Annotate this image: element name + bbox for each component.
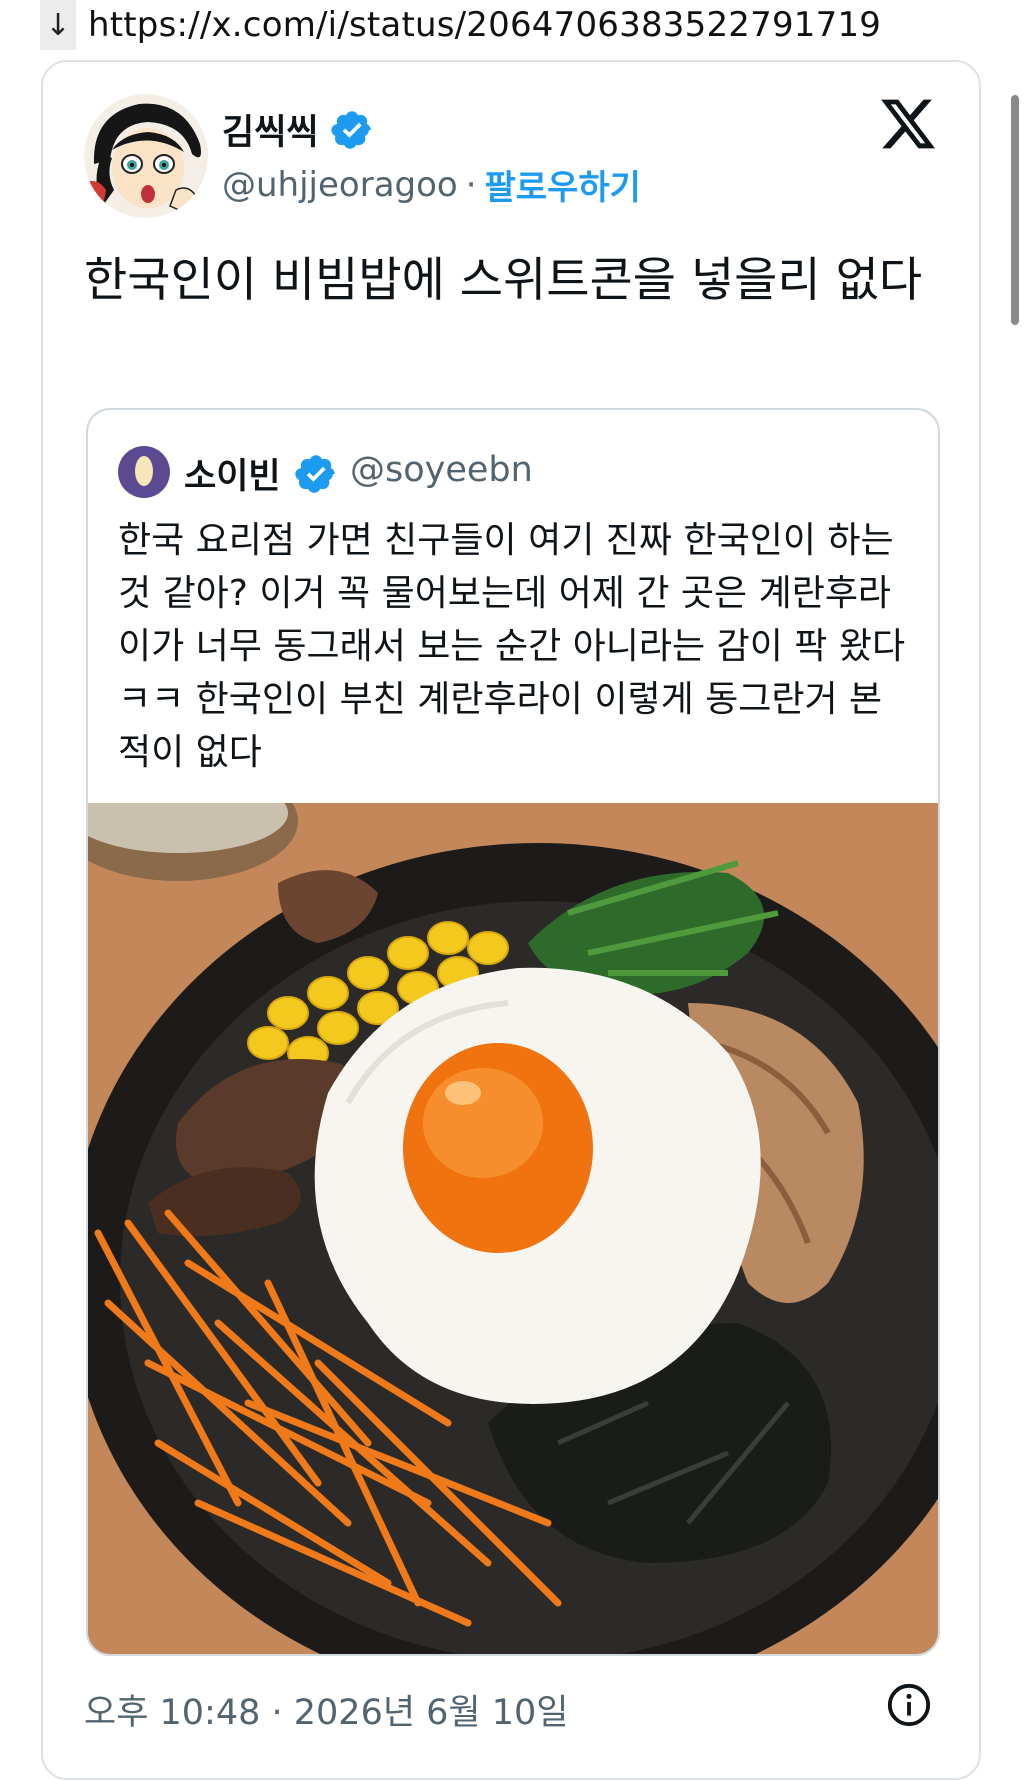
separator-dot: · xyxy=(465,164,477,205)
tweet-timestamp[interactable]: 오후 10:48 · 2026년 6월 10일 xyxy=(84,1684,569,1735)
author-handle[interactable]: @uhjjeoragoo xyxy=(222,165,458,205)
avatar[interactable] xyxy=(84,94,208,218)
handle-row: @uhjjeoragoo · 팔로우하기 xyxy=(222,160,641,209)
author-name[interactable]: 김씩씩 xyxy=(222,104,319,155)
avatar-illustration xyxy=(84,94,208,218)
follow-button[interactable]: 팔로우하기 xyxy=(485,160,641,209)
verified-badge-icon xyxy=(295,455,335,493)
url-bar: ↓ https://x.com/i/status/206470638352279… xyxy=(40,0,881,50)
download-arrow-icon[interactable]: ↓ xyxy=(40,0,76,50)
quoted-tweet[interactable]: 소이빈 @soyeebn 한국 요리점 가면 친구들이 여기 진짜 한국인이 하… xyxy=(86,408,940,1656)
x-logo-icon[interactable] xyxy=(878,94,938,154)
tweet-text: 한국인이 비빔밥에 스위트콘을 넣을리 없다 xyxy=(84,253,923,308)
scrollbar[interactable] xyxy=(1011,95,1019,325)
bibimbap-photo[interactable] xyxy=(88,803,938,1656)
quoted-author-handle: @soyeebn xyxy=(350,450,533,490)
info-icon[interactable] xyxy=(886,1682,932,1728)
quoted-avatar[interactable] xyxy=(118,446,170,498)
quoted-author-name: 소이빈 xyxy=(184,457,281,497)
url-text[interactable]: https://x.com/i/status/20647063835227917… xyxy=(88,5,881,45)
verified-badge-icon xyxy=(331,111,371,149)
quoted-tweet-text: 한국 요리점 가면 친구들이 여기 진짜 한국인이 하는 것 같아? 이거 꼭 … xyxy=(118,520,906,773)
